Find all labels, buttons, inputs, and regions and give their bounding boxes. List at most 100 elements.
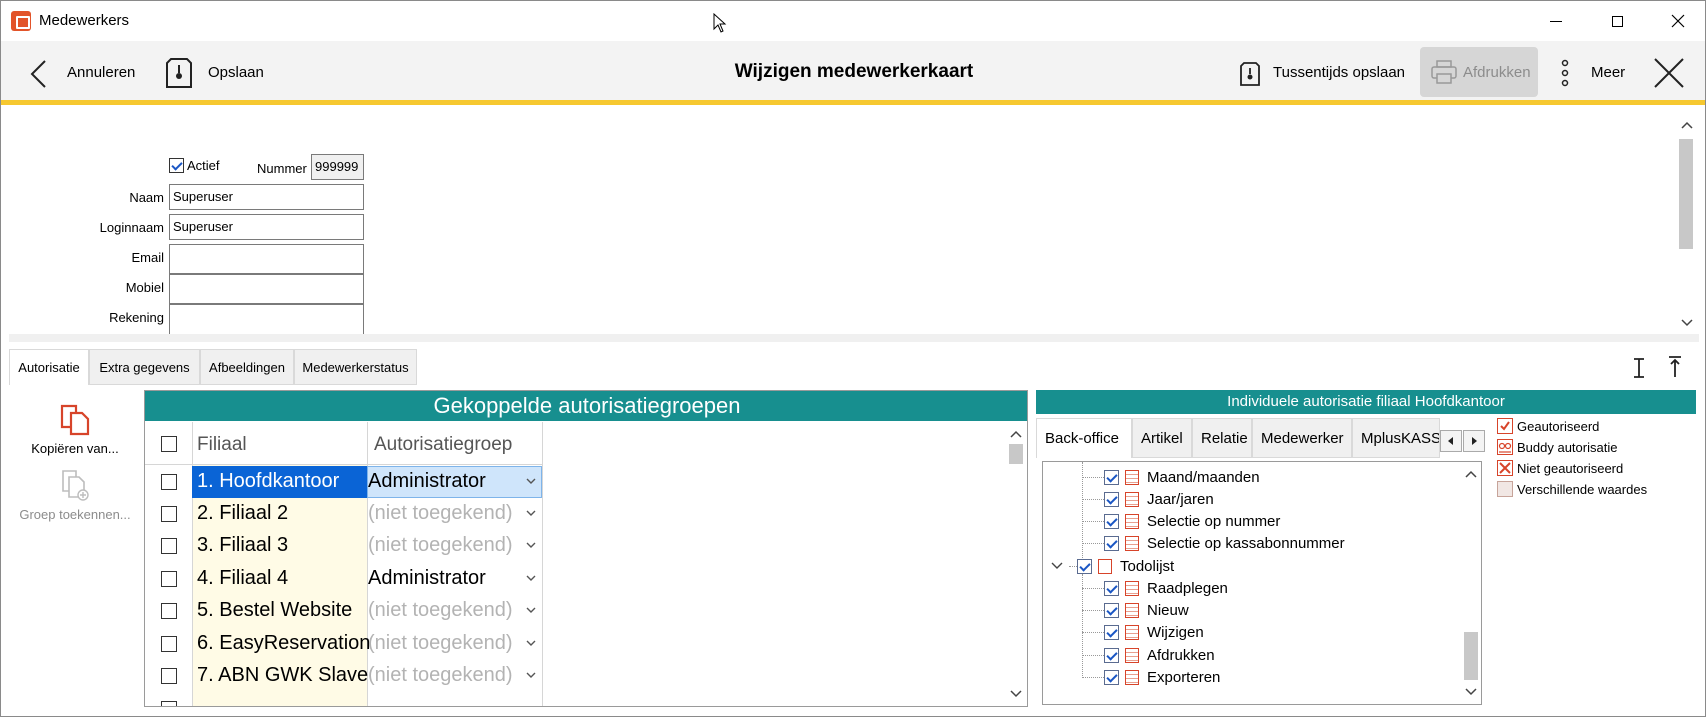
print-button[interactable]: Afdrukken: [1420, 47, 1538, 97]
scroll-down-icon: [1681, 319, 1693, 327]
tree-node[interactable]: Wijzigen: [1082, 621, 1204, 643]
chevron-down-icon[interactable]: [526, 607, 536, 614]
row-checkbox[interactable]: [161, 636, 177, 652]
chevron-down-icon[interactable]: [526, 672, 536, 679]
form-scrollbar[interactable]: [1676, 119, 1696, 331]
row-checkbox[interactable]: [161, 571, 177, 587]
select-all-checkbox[interactable]: [161, 436, 177, 452]
active-checkbox[interactable]: Actief: [169, 158, 220, 173]
toolbar: Annuleren Opslaan Wijzigen medewerkerkaa…: [1, 41, 1705, 105]
group-select[interactable]: (niet toegekend): [368, 632, 513, 655]
itab-medewerker[interactable]: Medewerker: [1252, 418, 1352, 458]
mobile-input[interactable]: [169, 274, 364, 304]
chevron-down-icon[interactable]: [1051, 562, 1063, 570]
assign-group-button[interactable]: Groep toekennen...: [7, 469, 143, 525]
table-row[interactable]: 1. Hoofdkantoor Administrator: [145, 466, 542, 498]
more-vertical-icon: [1561, 59, 1569, 87]
row-checkbox[interactable]: [161, 538, 177, 554]
tree-node[interactable]: Jaar/jaren: [1082, 488, 1214, 510]
group-select[interactable]: (niet toegekend): [368, 502, 513, 525]
tree-scrollbar[interactable]: [1461, 462, 1481, 704]
table-row[interactable]: 3. Filiaal 3 (niet toegekend): [145, 530, 542, 562]
mouse-cursor-icon: [713, 13, 727, 33]
app-logo-icon: [11, 11, 31, 31]
tree-node[interactable]: Nieuw: [1082, 599, 1189, 621]
tree-node[interactable]: Selectie op kassabonnummer: [1082, 532, 1345, 554]
tree-node[interactable]: Todolijst: [1051, 555, 1174, 577]
row-checkbox[interactable]: [161, 701, 177, 706]
tree-checkbox-checked[interactable]: [1104, 535, 1119, 551]
row-checkbox[interactable]: [161, 506, 177, 522]
scrollbar-thumb[interactable]: [1464, 632, 1478, 680]
table-row[interactable]: 7. ABN GWK Slave (niet toegekend): [145, 660, 542, 692]
row-checkbox[interactable]: [161, 474, 177, 490]
checkbox-checked-icon: [169, 158, 184, 173]
column-header-filiaal[interactable]: Filiaal: [197, 434, 247, 456]
tab-scroll-right-button[interactable]: [1463, 430, 1485, 452]
itab-relatie[interactable]: Relatie: [1192, 418, 1252, 458]
grid-scrollbar[interactable]: [1005, 422, 1027, 706]
row-checkbox[interactable]: [161, 603, 177, 619]
table-row[interactable]: 6. EasyReservation (niet toegekend): [145, 628, 542, 660]
itab-back-office[interactable]: Back-office: [1036, 418, 1132, 458]
tab-scroll-left-button[interactable]: [1440, 430, 1462, 452]
tree-checkbox-checked[interactable]: [1104, 491, 1119, 507]
copy-from-button[interactable]: Kopiëren van...: [7, 403, 143, 459]
chevron-down-icon[interactable]: [526, 478, 536, 485]
tree-node[interactable]: Afdrukken: [1082, 644, 1215, 666]
tree-node[interactable]: Raadplegen: [1082, 577, 1228, 599]
group-select[interactable]: Administrator: [368, 470, 486, 493]
tree-checkbox-checked[interactable]: [1104, 513, 1119, 529]
tab-autorisatie[interactable]: Autorisatie: [9, 349, 89, 385]
tree-node[interactable]: Maand/maanden: [1082, 466, 1260, 488]
group-select[interactable]: (niet toegekend): [368, 664, 513, 687]
tab-afbeeldingen[interactable]: Afbeeldingen: [200, 349, 294, 385]
itab-artikel[interactable]: Artikel: [1132, 418, 1192, 458]
interim-save-button[interactable]: Tussentijds opslaan: [1233, 49, 1413, 97]
email-input[interactable]: [169, 244, 364, 274]
tree-checkbox-checked[interactable]: [1077, 558, 1092, 574]
collapse-top-icon[interactable]: [1668, 355, 1682, 379]
scrollbar-thumb[interactable]: [1009, 444, 1023, 464]
close-form-icon[interactable]: [1653, 57, 1685, 89]
table-row[interactable]: 4. Filiaal 4 Administrator: [145, 563, 542, 595]
name-input[interactable]: Superuser: [169, 184, 364, 210]
tab-medewerkerstatus[interactable]: Medewerkerstatus: [294, 349, 417, 385]
filiaal-cell: 7. ABN GWK Slave: [197, 664, 369, 686]
scroll-down-icon: [1465, 688, 1477, 696]
row-checkbox[interactable]: [161, 668, 177, 684]
table-row[interactable]: 2. Filiaal 2 (niet toegekend): [145, 498, 542, 530]
tree-checkbox-checked[interactable]: [1104, 624, 1119, 640]
legend-different: Verschillende waardes: [1497, 481, 1647, 497]
tree-checkbox-checked[interactable]: [1104, 580, 1119, 596]
tree-checkbox-checked[interactable]: [1104, 469, 1119, 485]
chevron-down-icon[interactable]: [526, 640, 536, 647]
account-input[interactable]: [169, 304, 364, 334]
minimize-button[interactable]: [1527, 1, 1585, 41]
column-header-group[interactable]: Autorisatiegroep: [374, 434, 512, 456]
assign-group-label: Groep toekennen...: [19, 507, 131, 522]
itab-mpluskassa[interactable]: MplusKASSA: [1352, 418, 1440, 458]
more-button[interactable]: Meer: [1556, 49, 1646, 97]
scrollbar-thumb[interactable]: [1679, 139, 1693, 249]
number-label: Nummer: [257, 161, 307, 176]
chevron-down-icon[interactable]: [526, 510, 536, 517]
expand-vertical-icon[interactable]: [1632, 357, 1646, 379]
copy-from-label: Kopiëren van...: [31, 441, 119, 456]
close-window-button[interactable]: [1649, 1, 1705, 41]
group-select[interactable]: (niet toegekend): [368, 599, 513, 622]
chevron-down-icon[interactable]: [526, 542, 536, 549]
tab-extra-gegevens[interactable]: Extra gegevens: [89, 349, 200, 385]
tree-checkbox-checked[interactable]: [1104, 602, 1119, 618]
tree-node[interactable]: Selectie op nummer: [1082, 510, 1280, 532]
tree-checkbox-checked[interactable]: [1104, 669, 1119, 685]
tree-node[interactable]: Exporteren: [1082, 666, 1220, 688]
tree-checkbox-checked[interactable]: [1104, 647, 1119, 663]
chevron-down-icon[interactable]: [526, 575, 536, 582]
group-select[interactable]: (niet toegekend): [368, 534, 513, 557]
login-input[interactable]: Superuser: [169, 214, 364, 240]
scroll-down-icon: [1010, 690, 1022, 698]
group-select[interactable]: Administrator: [368, 567, 486, 590]
maximize-button[interactable]: [1588, 1, 1646, 41]
table-row[interactable]: 5. Bestel Website (niet toegekend): [145, 595, 542, 627]
